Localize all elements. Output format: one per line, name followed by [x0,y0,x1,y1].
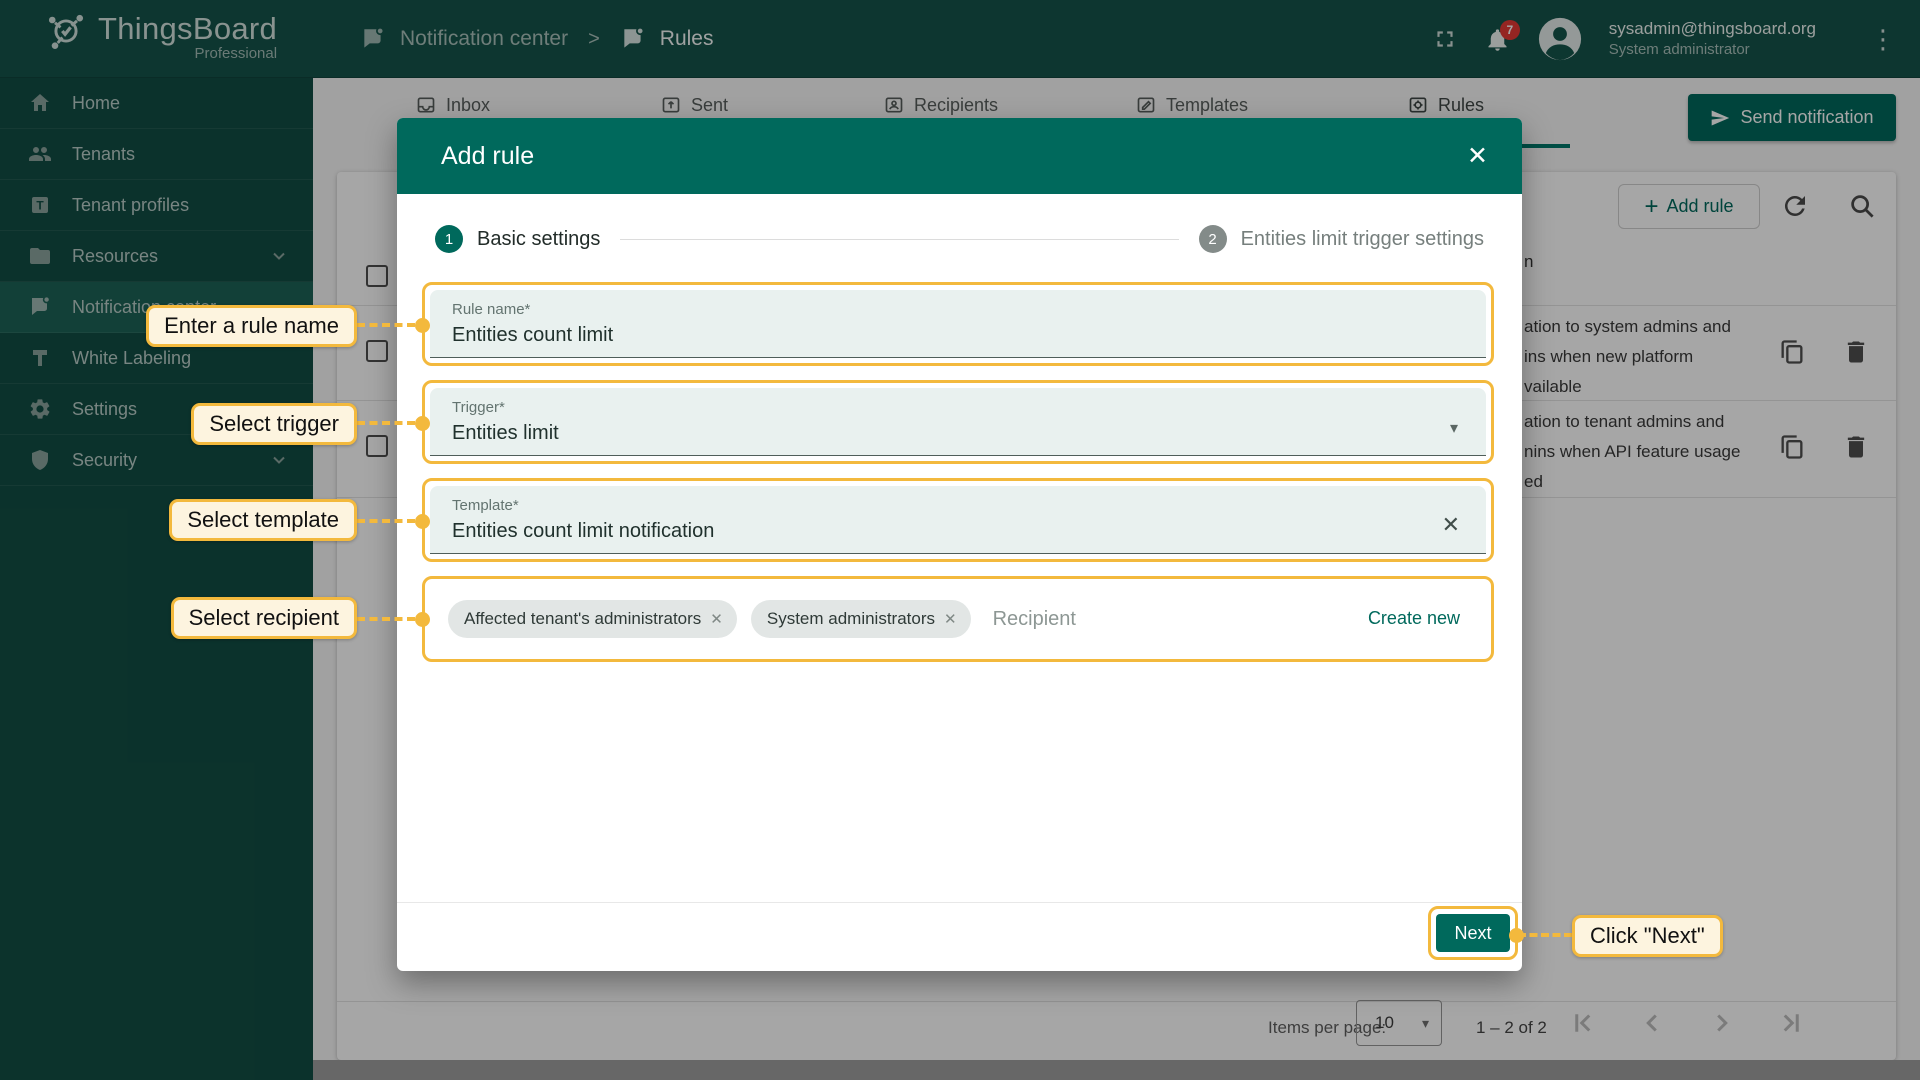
callout-enter-rule-name: Enter a rule name [146,305,357,347]
callout-connector-dot [415,416,430,431]
recipients-highlight: Affected tenant's administrators ✕ Syste… [422,576,1494,662]
dialog-title: Add rule [441,118,534,194]
callout-connector [357,617,415,621]
callout-click-next: Click "Next" [1572,915,1723,957]
rule-name-highlight: Rule name* Entities count limit [422,282,1494,366]
callout-select-recipient: Select recipient [171,597,357,639]
stepper: 1 Basic settings 2 Entities limit trigge… [435,222,1484,256]
trigger-select[interactable]: Trigger* Entities limit ▾ [430,388,1486,456]
add-rule-dialog: Add rule ✕ 1 Basic settings 2 Entities l… [397,118,1522,971]
callout-connector-dot [415,514,430,529]
step-2-label[interactable]: Entities limit trigger settings [1241,228,1484,251]
remove-chip-icon[interactable]: ✕ [710,610,723,628]
callout-connector-dot [1509,928,1524,943]
rule-name-field[interactable]: Rule name* Entities count limit [430,290,1486,358]
create-new-link[interactable]: Create new [1368,608,1460,629]
trigger-highlight: Trigger* Entities limit ▾ [422,380,1494,464]
template-field[interactable]: Template* Entities count limit notificat… [430,486,1486,554]
recipient-input[interactable] [991,607,1211,632]
screen: ThingsBoard Professional Notification ce… [0,0,1920,1080]
callout-connector [357,519,415,523]
callout-connector [357,421,415,425]
next-button-highlight: Next [1428,906,1518,960]
clear-icon[interactable]: ✕ [1442,512,1460,538]
dialog-header: Add rule ✕ [397,118,1522,194]
template-highlight: Template* Entities count limit notificat… [422,478,1494,562]
callout-select-trigger: Select trigger [191,403,357,445]
recipient-chip[interactable]: System administrators ✕ [751,600,971,638]
close-icon[interactable]: ✕ [1467,142,1488,170]
step-1-circle: 1 [435,225,463,253]
next-button[interactable]: Next [1436,914,1510,952]
callout-connector [1518,933,1572,937]
footer-divider [397,902,1522,903]
stepper-divider [620,239,1178,240]
callout-connector-dot [415,318,430,333]
remove-chip-icon[interactable]: ✕ [944,610,957,628]
recipients-field[interactable]: Affected tenant's administrators ✕ Syste… [430,584,1486,654]
callout-connector-dot [415,612,430,627]
step-1-label[interactable]: Basic settings [477,228,600,251]
chevron-down-icon[interactable]: ▾ [1450,418,1458,438]
callout-select-template: Select template [169,499,357,541]
step-2-circle: 2 [1199,225,1227,253]
recipient-chip[interactable]: Affected tenant's administrators ✕ [448,600,737,638]
callout-connector [357,323,415,327]
